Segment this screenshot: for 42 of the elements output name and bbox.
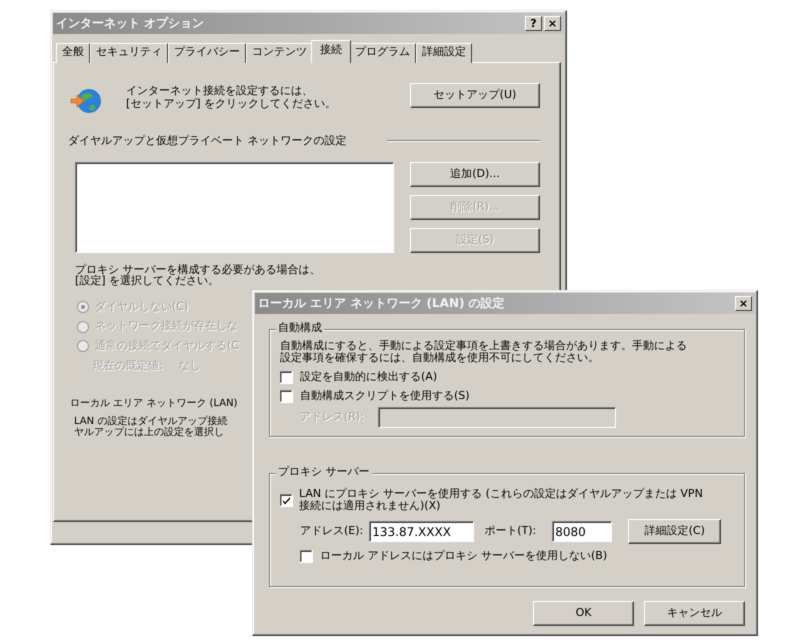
- proxy-note: プロキシ サーバーを構成する必要がある場合は、 [設定] を選択してください。: [75, 264, 322, 287]
- setup-instructions: インターネット接続を設定するには、 [セットアップ] をクリックしてください。: [126, 85, 338, 110]
- checkbox-label: LAN にプロキシ サーバーを使用する (これらの設定はダイヤルアップまたは VPN: [299, 488, 703, 500]
- tab[interactable]: 全般: [56, 43, 90, 63]
- checkbox-label: 接続には適用されません)(X): [299, 500, 442, 512]
- checkbox[interactable]: [280, 390, 293, 404]
- tab[interactable]: プログラム: [349, 43, 416, 63]
- port-field[interactable]: 8080: [552, 521, 612, 542]
- proxy-address-field[interactable]: 133.87.XXXX: [369, 521, 474, 542]
- checkbox-label: 設定を自動的に検出する(A): [300, 371, 438, 384]
- group-label: 自動構成: [276, 322, 324, 335]
- checkbox-label: ローカル アドレスにはプロキシ サーバーを使用しない(B): [320, 550, 608, 563]
- ok-button[interactable]: OK: [533, 601, 634, 626]
- auto-config-description: 自動構成にすると、手動による設定事項を上書きする場合があります。手動による: [280, 340, 688, 352]
- dialup-button[interactable]: 追加(D)...: [410, 162, 540, 187]
- section-heading: ローカル エリア ネットワーク (LAN): [70, 398, 238, 410]
- tab[interactable]: プライバシー: [168, 43, 246, 63]
- setup-button[interactable]: セットアップ(U): [410, 83, 540, 108]
- section-heading: ダイヤルアップと仮想プライベート ネットワークの設定: [68, 135, 346, 148]
- window-title: ローカル エリア ネットワーク (LAN) の設定: [258, 296, 506, 310]
- checkbox[interactable]: [300, 550, 313, 564]
- globe-arrow-icon: [70, 87, 102, 115]
- lan-description: LAN の設定はダイヤルアップ接続: [74, 416, 228, 427]
- group-label: プロキシ サーバー: [276, 466, 372, 479]
- checkbox[interactable]: [280, 494, 293, 507]
- connection-list[interactable]: [75, 162, 394, 253]
- lan-description: ヤルアップには上の設定を選択し: [74, 426, 224, 438]
- help-button[interactable]: ?: [525, 16, 542, 31]
- checkbox[interactable]: [280, 371, 293, 384]
- tab[interactable]: コンテンツ: [246, 43, 313, 63]
- field-label: アドレス(E):: [300, 525, 364, 538]
- close-button[interactable]: ×: [544, 16, 561, 31]
- tab[interactable]: 詳細設定: [416, 43, 472, 63]
- tab[interactable]: 接続: [311, 40, 351, 63]
- tab[interactable]: セキュリティ: [90, 43, 168, 63]
- window-title: インターネット オプション: [56, 16, 206, 30]
- auto-config-description: 設定事項を確保するには、自動構成を使用不可にしてください。: [280, 352, 600, 364]
- cancel-button[interactable]: キャンセル: [644, 601, 745, 626]
- advanced-button[interactable]: 詳細設定(C): [628, 519, 722, 544]
- field-label: ポート(T):: [484, 525, 536, 538]
- close-button[interactable]: ×: [735, 296, 752, 311]
- checkbox-label: 自動構成スクリプトを使用する(S): [300, 390, 470, 403]
